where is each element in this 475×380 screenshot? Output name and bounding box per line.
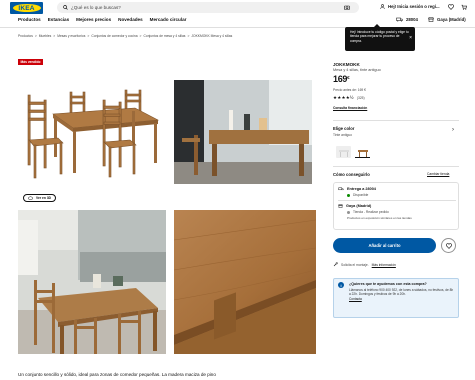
breadcrumb-separator: > — [139, 34, 142, 38]
store-status: Tienda - Realizar pedido — [347, 210, 389, 214]
user-icon — [380, 4, 385, 9]
search-icon — [63, 5, 68, 10]
product-image-1[interactable] — [18, 80, 166, 188]
available-dot-icon — [347, 193, 350, 197]
add-to-cart-button[interactable]: Añadir al carrito — [333, 238, 436, 253]
currency: € — [347, 74, 350, 80]
breadcrumb-current: JOKKMOKK Mesa y 4 sillas — [191, 34, 233, 38]
nav-mercado-circular[interactable]: Mercado circular — [150, 17, 187, 22]
financing-link[interactable]: Consulta financiación — [333, 106, 367, 110]
store-status-label: Tienda - Realizar pedido — [353, 210, 389, 214]
view-3d-button[interactable]: Ver en 3D — [23, 194, 57, 202]
product-name: JOKKMOKK — [333, 62, 360, 67]
truck-icon — [396, 17, 403, 22]
store-icon — [428, 17, 434, 22]
store-status-dot-icon — [347, 210, 350, 214]
assembly-text: Solicita el montaje. — [341, 262, 369, 267]
delivery-heading: Cómo conseguirlo — [333, 172, 370, 177]
store-title: Gaya (Madrid) — [346, 204, 372, 208]
user-login-label: Hej! Inicia sesión o regí... — [388, 4, 440, 9]
store-icon — [338, 204, 343, 208]
product-image-3[interactable] — [18, 210, 166, 354]
divider — [333, 166, 459, 167]
logo-text: IKEA — [18, 4, 35, 12]
help-contact-link[interactable]: Contacta — [349, 297, 454, 301]
divider — [333, 120, 459, 121]
breadcrumb-item[interactable]: Conjuntos de comedor y cocina — [91, 34, 137, 38]
breadcrumb-item[interactable]: Conjuntos de mesa y 4 sillas — [143, 34, 185, 38]
breadcrumb-separator: > — [53, 34, 56, 38]
postal-code-tooltip: Hej! Introduce tu código postal y elige … — [345, 27, 415, 51]
view-3d-label: Ver en 3D — [36, 196, 52, 200]
close-icon[interactable]: × — [409, 35, 412, 41]
user-login-button[interactable]: Hej! Inicia sesión o regí... — [380, 4, 440, 9]
assembly-link[interactable]: Más información — [372, 263, 396, 267]
stars-icon: ★★★★½ — [333, 95, 354, 100]
info-icon: i — [338, 282, 344, 288]
delivery-status: Disponible — [347, 193, 368, 197]
breadcrumb-item[interactable]: Muebles — [39, 34, 51, 38]
price-value: 169 — [333, 74, 348, 84]
breadcrumb-item[interactable]: Productos — [18, 34, 33, 38]
product-image-4[interactable] — [174, 210, 316, 354]
tooltip-text: Hej! Introduce tu código postal y elige … — [350, 30, 409, 43]
help-box: i ¿Quieres que te ayudemos con esta comp… — [333, 278, 459, 318]
store-label: Gaya (Madrid) — [437, 17, 466, 22]
postal-code-button[interactable]: 28004 — [396, 17, 418, 22]
main-nav: Productos Estancias Mejores precios Nove… — [18, 17, 186, 22]
tools-icon — [333, 262, 338, 267]
breadcrumb-separator: > — [87, 34, 90, 38]
availability-box: Entrega a 28004 Disponible Gaya (Madrid)… — [333, 182, 459, 230]
help-title: ¿Quieres que te ayudemos con esta compra… — [349, 282, 427, 286]
store-note: Productos en exposición similares en las… — [347, 216, 412, 220]
truck-icon — [338, 187, 344, 191]
nav-novedades[interactable]: Novedades — [118, 17, 143, 22]
product-subtitle: Mesa y 4 sillas, tinte antiguo — [333, 68, 381, 72]
nav-productos[interactable]: Productos — [18, 17, 41, 22]
breadcrumb-item[interactable]: Mesas y escritorios — [57, 34, 85, 38]
camera-search-icon[interactable] — [343, 4, 350, 11]
favorite-button[interactable] — [441, 238, 456, 253]
delivery-status-label: Disponible — [353, 193, 369, 197]
nav-mejores-precios[interactable]: Mejores precios — [76, 17, 111, 22]
assembly-row: Solicita el montaje. Más información — [333, 262, 396, 267]
rating[interactable]: ★★★★½ (325) — [333, 95, 365, 101]
divider — [338, 200, 456, 201]
home-delivery-row[interactable]: Entrega a 28004 — [338, 187, 376, 191]
color-heading: Elige color — [333, 126, 355, 131]
help-body: Llámanos al teléfono 900 400 922, de lun… — [349, 288, 454, 297]
breadcrumb-separator: > — [34, 34, 37, 38]
product-price: 169€ — [333, 74, 350, 84]
product-image-2[interactable] — [174, 80, 312, 184]
color-option-white[interactable] — [336, 146, 351, 158]
postal-code-label: 28004 — [406, 17, 418, 22]
price-before: Precio antes de: 169 € — [333, 88, 366, 92]
heart-icon[interactable] — [447, 3, 454, 10]
store-row[interactable]: Gaya (Madrid) — [338, 204, 371, 208]
breadcrumb-separator: > — [187, 34, 190, 38]
store-select-button[interactable]: Gaya (Madrid) — [428, 17, 466, 22]
delivery-title: Entrega a 28004 — [347, 187, 376, 191]
breadcrumb: Productos > Muebles > Mesas y escritorio… — [18, 34, 232, 38]
heart-icon — [445, 242, 452, 249]
search-placeholder: ¿Qué es lo que buscas? — [71, 5, 121, 10]
ikea-logo[interactable]: IKEA — [10, 2, 43, 14]
change-store-link[interactable]: Cambiar tienda — [427, 172, 449, 176]
rating-count: (325) — [356, 96, 365, 100]
bestseller-badge: Más vendido — [18, 59, 43, 66]
product-description: Un conjunto sencillo y sólido, ideal par… — [18, 372, 216, 377]
cart-icon[interactable] — [460, 3, 467, 10]
nav-estancias[interactable]: Estancias — [48, 17, 69, 22]
cube-icon — [28, 196, 33, 200]
color-option-antique[interactable] — [355, 146, 370, 158]
search-input[interactable]: ¿Qué es lo que buscas? — [57, 2, 359, 13]
color-value: Tinte antiguo — [333, 133, 352, 137]
chevron-right-icon[interactable]: › — [452, 127, 454, 133]
